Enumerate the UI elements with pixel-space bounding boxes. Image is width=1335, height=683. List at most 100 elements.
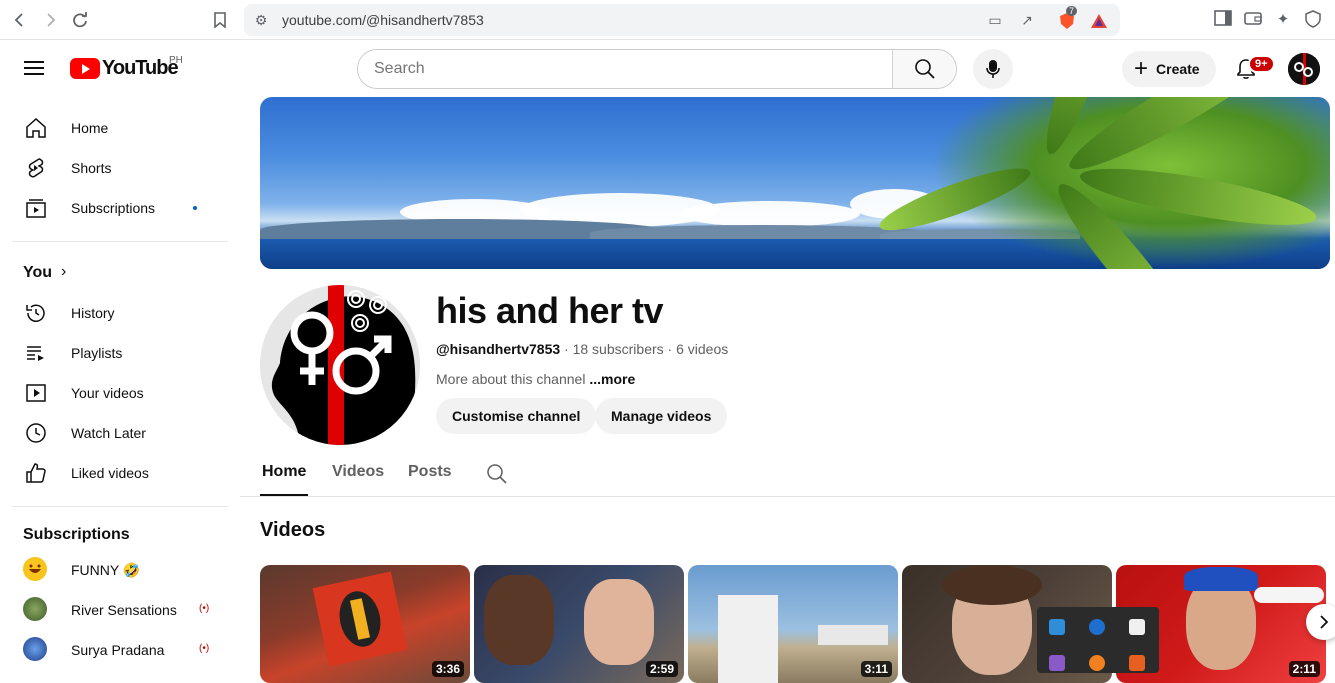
live-icon: (•) [199,603,210,614]
app-icon[interactable] [1129,655,1145,671]
tab-videos[interactable]: Videos [332,463,384,481]
sidebar-divider [12,241,228,242]
address-bar[interactable]: ⚙ youtube.com/@hisandhertv7853 ▭ ↗ 7 [244,4,1120,36]
back-icon[interactable] [8,8,32,32]
sidebar-item-label: Your videos [71,385,144,401]
sidebar-item-your-videos[interactable]: Your videos [12,373,228,413]
sidebar: Home Shorts Subscriptions You › History … [0,97,240,673]
sidebar-item-shorts[interactable]: Shorts [12,148,228,188]
thumbnail-sign [1254,587,1324,603]
about-text: More about this channel [436,371,590,387]
vpn-icon[interactable] [1303,10,1323,30]
youtube-header: YouTube PH + Create 9+ [0,41,1335,97]
video-duration: 2:11 [1288,661,1320,677]
security-icon[interactable] [1129,619,1145,635]
thumbs-up-icon [26,463,46,483]
video-duration: 2:59 [645,661,678,677]
sidebar-item-label: History [71,305,115,321]
region-code: PH [169,55,183,66]
app-icon[interactable] [1089,655,1105,671]
menu-icon[interactable] [24,58,44,78]
sidebar-item-label: Shorts [71,160,112,176]
brave-shield-icon[interactable]: 7 [1056,6,1078,30]
channel-avatar[interactable] [260,285,420,445]
sidebar-item-label: Liked videos [71,465,149,481]
sidebar-item-label: Subscriptions [71,200,156,216]
thumbnail-shape [718,595,778,683]
search-box [357,49,957,89]
search-input[interactable] [358,50,892,88]
subscription-label: FUNNY 🤣 [71,562,141,578]
new-content-dot [193,206,197,210]
sidebar-you-header[interactable]: You › [12,253,228,293]
chevron-right-icon: › [61,263,67,280]
playlists-icon [27,346,44,361]
wallet-icon[interactable] [1243,10,1263,30]
subscription-avatar [23,557,47,581]
app-icon[interactable] [1049,655,1065,671]
subscription-item[interactable]: FUNNY 🤣 [12,550,228,590]
create-button[interactable]: + Create [1122,51,1216,87]
leo-ai-icon[interactable]: ✦ [1273,10,1293,30]
tab-home[interactable]: Home [262,463,306,481]
live-icon: (•) [199,643,210,654]
search-button[interactable] [892,50,956,88]
plus-icon: + [1134,55,1149,82]
tab-posts[interactable]: Posts [408,463,452,481]
cast-icon[interactable]: ▭ [986,12,1004,30]
subscription-item[interactable]: Surya Pradana (•) [12,630,228,670]
bookmark-icon[interactable] [208,8,232,32]
your-videos-icon [26,384,46,402]
reload-icon[interactable] [68,8,92,32]
channel-handle: @hisandhertv7853 [436,341,561,357]
next-arrow-button[interactable] [1306,604,1335,640]
site-settings-icon[interactable]: ⚙ [252,12,270,30]
network-icon[interactable] [1049,619,1065,635]
sidebar-item-history[interactable]: History [12,293,228,333]
subscription-item[interactable]: River Sensations (•) [12,590,228,630]
thumbnail-shape [818,625,888,645]
videos-section-title: Videos [260,519,326,541]
sidebar-item-subscriptions[interactable]: Subscriptions [12,188,228,228]
sidebar-item-home[interactable]: Home [12,108,228,148]
customise-channel-button[interactable]: Customise channel [436,398,597,434]
palm-tree [874,97,1330,269]
thumbnail-cap [1184,567,1258,591]
cloud [680,201,860,227]
share-icon[interactable]: ↗ [1018,12,1036,30]
home-icon [26,117,46,138]
sidebar-item-liked-videos[interactable]: Liked videos [12,453,228,493]
sidebar-divider [12,506,228,507]
shield-count-badge: 7 [1066,6,1078,16]
more-link[interactable]: ...more [589,371,635,387]
sidebar-item-label: Playlists [71,345,123,361]
sidebar-toggle-icon[interactable] [1213,10,1233,30]
channel-about[interactable]: More about this channel ...more [436,371,635,387]
subscription-label: River Sensations [71,602,177,618]
sidebar-item-watch-later[interactable]: Watch Later [12,413,228,453]
channel-banner [260,97,1330,269]
sidebar-item-playlists[interactable]: Playlists [12,333,228,373]
video-thumbnail[interactable]: 3:36 [260,565,470,683]
history-icon [26,304,45,322]
forward-icon[interactable] [38,8,62,32]
bluetooth-icon[interactable] [1089,619,1105,635]
manage-videos-button[interactable]: Manage videos [595,398,728,434]
account-avatar[interactable] [1288,53,1320,85]
video-thumbnail[interactable]: 3:11 [688,565,898,683]
subscriptions-title: Subscriptions [23,526,130,543]
system-tray-popup [1037,607,1159,673]
voice-search-button[interactable] [973,49,1013,89]
channel-search-icon[interactable] [486,463,508,485]
brave-rewards-icon[interactable] [1090,12,1108,30]
url-text[interactable]: youtube.com/@hisandhertv7853 [282,12,484,28]
subscription-avatar [23,597,47,621]
channel-tabs: Home Videos Posts [240,452,1335,497]
shorts-icon [28,158,44,178]
subscriptions-icon [26,199,46,218]
active-tab-indicator [260,494,308,496]
search-icon [914,59,935,79]
microphone-icon [986,60,1000,78]
youtube-logo[interactable]: YouTube [70,57,179,80]
video-thumbnail[interactable]: 2:59 [474,565,684,683]
